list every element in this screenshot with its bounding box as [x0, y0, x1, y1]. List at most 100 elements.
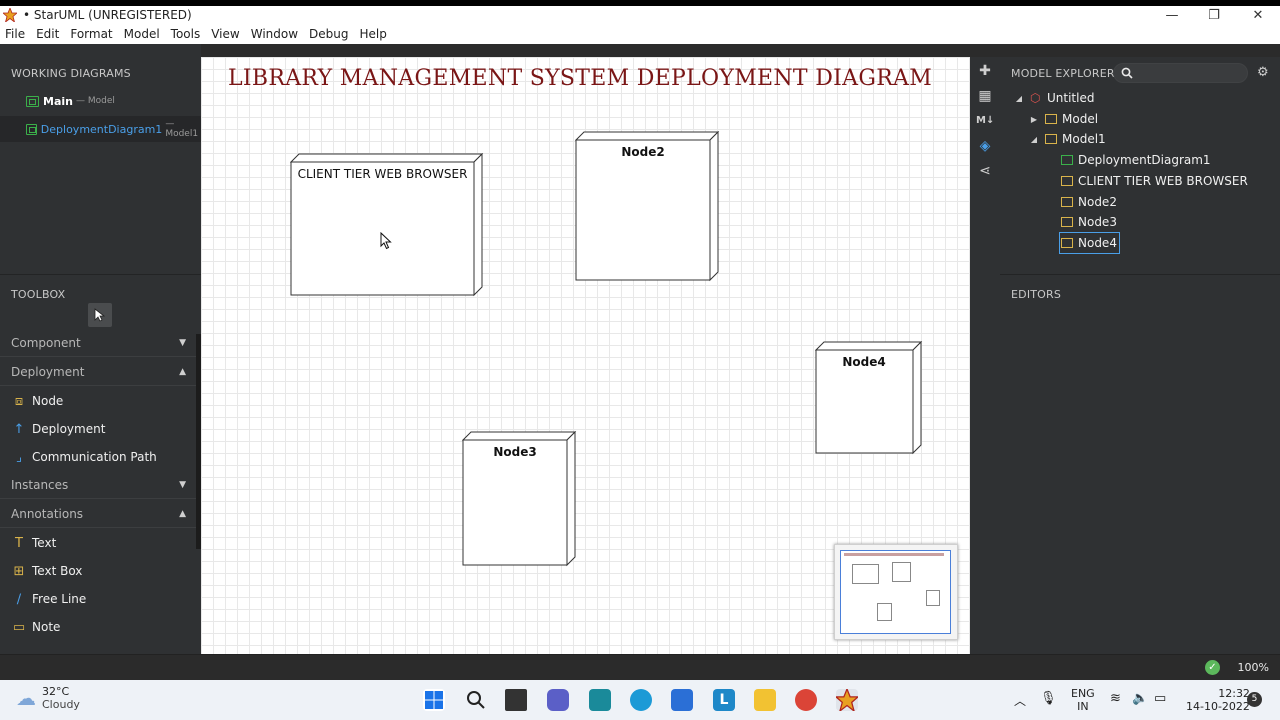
tree-label: Node4	[1078, 236, 1117, 250]
taskbar-search-icon[interactable]	[465, 689, 487, 711]
toolbox-category-instances[interactable]: Instances ▼	[0, 471, 196, 499]
chrome-icon[interactable]	[795, 689, 817, 711]
notification-badge[interactable]: 5	[1247, 692, 1262, 707]
node-label: CLIENT TIER WEB BROWSER	[297, 167, 468, 181]
language-indicator[interactable]: ENG IN	[1071, 687, 1095, 713]
search-icon	[1121, 67, 1133, 79]
layout-grid-icon[interactable]: ▦	[976, 87, 994, 105]
tree-item-node2[interactable]: Node2	[1061, 192, 1117, 212]
pointer-tool-button[interactable]	[88, 303, 112, 327]
minimap-title-thumb	[844, 553, 944, 556]
tree-item-node3[interactable]: Node3	[1061, 212, 1117, 232]
file-explorer-icon[interactable]	[754, 689, 776, 711]
package-icon	[1045, 134, 1057, 144]
windows-start-icon[interactable]	[423, 689, 445, 711]
communication-path-icon: ⌟	[15, 449, 23, 465]
battery-icon[interactable]: ▭	[1154, 691, 1166, 706]
menu-view[interactable]: View	[206, 27, 245, 41]
tree-label: Model1	[1062, 132, 1106, 146]
tree-item-client-tier[interactable]: CLIENT TIER WEB BROWSER	[1061, 171, 1248, 191]
close-button[interactable]: ✕	[1243, 6, 1273, 24]
toolbox-item-text-box[interactable]: ⊞ Text Box	[0, 557, 196, 585]
model-search-input[interactable]	[1113, 63, 1248, 83]
working-diagram-owner: — Model	[75, 96, 115, 106]
mouse-cursor-icon	[380, 232, 392, 250]
working-diagram-label: DeploymentDiagram1	[40, 122, 163, 136]
tree-item-model1[interactable]: ◢ Model1	[1029, 129, 1106, 149]
working-diagram-deployment[interactable]: DeploymentDiagram1 — Model1	[0, 116, 201, 142]
staruml-logo-icon	[834, 687, 860, 713]
lang-code: ENG	[1071, 687, 1095, 700]
toolbox-item-communication-path[interactable]: ⌟ Communication Path	[0, 443, 196, 471]
volume-muted-icon[interactable]: 🔈	[1132, 691, 1148, 706]
markdown-icon[interactable]: M↓	[976, 112, 994, 130]
weather-widget[interactable]: ☁ 32°C Cloudy	[16, 685, 80, 711]
microphone-icon[interactable]: 🎙	[1040, 691, 1057, 706]
diagram-canvas[interactable]: LIBRARY MANAGEMENT SYSTEM DEPLOYMENT DIA…	[201, 57, 970, 654]
clock-time: 12:32	[1218, 687, 1250, 700]
node-node2[interactable]: Node2	[575, 131, 720, 283]
menu-format[interactable]: Format	[65, 27, 118, 41]
navigator-icon[interactable]: ◈	[976, 137, 994, 155]
menu-edit[interactable]: Edit	[31, 27, 65, 41]
node-icon	[1061, 176, 1073, 186]
microsoft-store-icon[interactable]	[671, 689, 693, 711]
restore-button[interactable]: ❐	[1199, 6, 1229, 24]
tree-label: Untitled	[1047, 91, 1095, 105]
category-label: Component	[11, 335, 81, 350]
toolbox-item-free-line[interactable]: ∕ Free Line	[0, 585, 196, 613]
gear-icon[interactable]: ⚙	[1257, 65, 1269, 80]
toolbox-category-deployment[interactable]: Deployment ▲	[0, 358, 196, 386]
extensions-puzzle-icon[interactable]: ✚	[976, 62, 994, 80]
toolbox-item-label: Text	[32, 536, 57, 550]
text-icon: T	[15, 535, 23, 551]
tray-chevron-up-icon[interactable]: ︿	[1014, 692, 1026, 709]
caret-down-icon: ◢	[1015, 93, 1023, 103]
tree-item-node4[interactable]: Node4	[1059, 232, 1120, 254]
tree-item-model[interactable]: ▶ Model	[1029, 109, 1098, 129]
right-tool-column: ✚ ▦ M↓ ◈ ⋖	[970, 57, 1000, 654]
tree-item-untitled[interactable]: ◢ ⬡ Untitled	[1014, 88, 1095, 108]
node-icon	[1061, 197, 1073, 207]
minimize-button[interactable]: —	[1157, 6, 1187, 24]
edge-browser-icon[interactable]	[630, 689, 652, 711]
menu-file[interactable]: File	[0, 27, 31, 41]
minimap-viewport[interactable]	[840, 550, 951, 634]
app-icon[interactable]	[589, 689, 611, 711]
toolbox-category-component[interactable]: Component ▼	[0, 329, 196, 357]
tree-item-deploymentdiagram1[interactable]: DeploymentDiagram1	[1061, 150, 1211, 170]
caret-up-icon: ▲	[179, 508, 186, 519]
wifi-icon[interactable]: ≋	[1110, 691, 1121, 706]
toolbox-category-annotations[interactable]: Annotations ▲	[0, 500, 196, 528]
clock[interactable]: 12:32 14-10-2022	[1186, 687, 1250, 713]
toolbox-item-label: Note	[32, 620, 61, 634]
diagram-title[interactable]: LIBRARY MANAGEMENT SYSTEM DEPLOYMENT DIA…	[228, 66, 932, 91]
zoom-level[interactable]: 100%	[1238, 661, 1269, 674]
toolbox-item-deployment[interactable]: ↑ Deployment	[0, 415, 196, 443]
toolbox-item-note[interactable]: ▭ Note	[0, 613, 196, 641]
tree-label: DeploymentDiagram1	[1078, 153, 1211, 167]
status-bar: ✓ 100%	[0, 654, 1280, 680]
node-client-tier[interactable]: CLIENT TIER WEB BROWSER	[290, 153, 484, 298]
share-icon[interactable]: ⋖	[976, 162, 994, 180]
windows-logo-icon	[425, 691, 443, 709]
toolbox-item-node[interactable]: ⧈ Node	[0, 387, 196, 415]
menu-model[interactable]: Model	[119, 27, 166, 41]
caret-up-icon: ▲	[179, 366, 186, 377]
toolbox-header: TOOLBOX	[11, 288, 66, 301]
node-node3[interactable]: Node3	[462, 431, 577, 568]
toolbox-item-text[interactable]: T Text	[0, 529, 196, 557]
menu-debug[interactable]: Debug	[304, 27, 354, 41]
app-l-icon[interactable]: L	[713, 689, 735, 711]
working-diagram-owner: — Model1	[165, 119, 199, 139]
task-view-icon[interactable]	[505, 689, 527, 711]
menu-tools[interactable]: Tools	[166, 27, 207, 41]
staruml-taskbar-icon[interactable]	[834, 687, 860, 713]
diagram-minimap[interactable]	[834, 544, 958, 640]
teams-chat-icon[interactable]	[547, 689, 569, 711]
menu-help[interactable]: Help	[355, 27, 393, 41]
node-node4[interactable]: Node4	[815, 341, 923, 456]
menu-window[interactable]: Window	[246, 27, 304, 41]
category-label: Deployment	[11, 364, 85, 379]
working-diagram-main[interactable]: Main — Model	[0, 88, 201, 114]
